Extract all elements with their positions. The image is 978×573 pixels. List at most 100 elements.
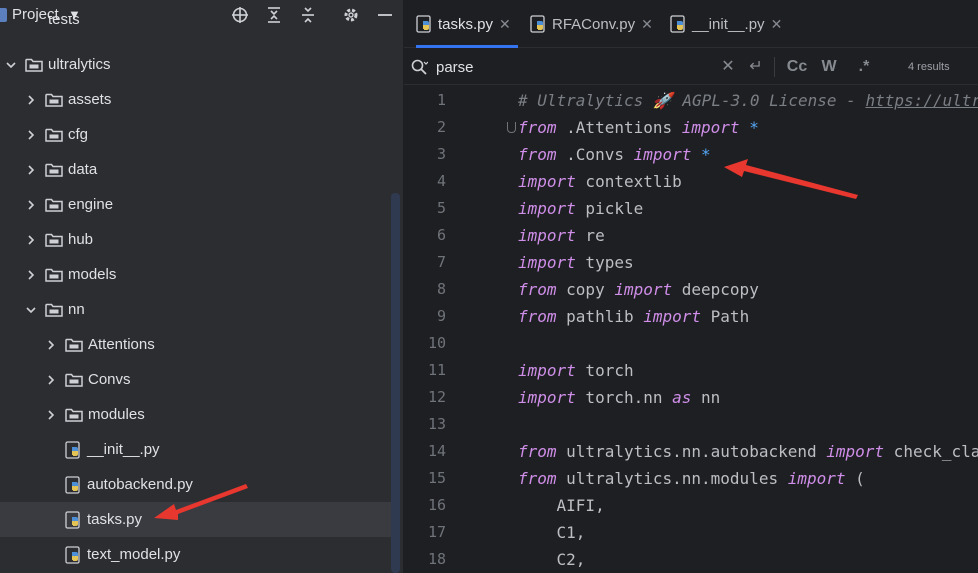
code-line[interactable]: import torch [518,357,634,384]
tree-item-convs[interactable]: Convs [0,362,400,397]
tab-label: RFAConv.py [552,15,636,33]
code-line[interactable]: import types [518,249,634,276]
code-line[interactable]: # Ultralytics 🚀 AGPL-3.0 License - https… [518,87,978,114]
code-line[interactable]: import contextlib [518,168,682,195]
tree-item-clipped[interactable]: tests [48,16,80,30]
code-token: copy [556,280,615,299]
code-line[interactable]: AIFI, [518,492,605,519]
search-input[interactable] [436,56,716,78]
folder-icon [25,58,43,72]
code-line[interactable]: from ultralytics.nn.autobackend import c… [518,438,978,465]
code-line[interactable]: from copy import deepcopy [518,276,759,303]
match-case-button[interactable]: Cc [786,57,808,77]
line-number: 11 [427,361,446,379]
tree-item-models[interactable]: models [0,257,400,292]
tree-item-text-model-py[interactable]: text_model.py [0,537,400,572]
tree-item-modules[interactable]: modules [0,397,400,432]
tree-item-assets[interactable]: assets [0,82,400,117]
tree-item-label: hub [68,231,94,248]
code-token: types [575,253,634,272]
tree-item-data[interactable]: data [0,152,400,187]
code-area[interactable]: # Ultralytics 🚀 AGPL-3.0 License - https… [518,87,978,573]
tree-item-hub[interactable]: hub [0,222,400,257]
tree-item-engine[interactable]: engine [0,187,400,222]
code-line[interactable]: import torch.nn as nn [518,384,720,411]
line-number: 9 [436,307,446,325]
tab-tasks-py[interactable]: tasks.py ✕ [416,0,518,48]
code-line[interactable]: C1, [518,519,586,546]
python-file-icon [65,475,83,494]
operator-token: * [749,118,759,137]
gear-icon[interactable] [340,4,362,26]
keyword-token: import [518,226,576,245]
tree-item-cfg[interactable]: cfg [0,117,400,152]
chevron-right-icon[interactable] [25,163,37,177]
tree-item-ultralytics[interactable]: ultralytics [0,47,400,82]
expand-all-icon[interactable] [263,4,285,26]
tree-item-tasks-py[interactable]: tasks.py [0,502,400,537]
tree-scrollbar[interactable] [391,193,400,573]
python-file-icon [416,15,434,33]
minimize-icon[interactable] [374,4,396,26]
line-number: 17 [427,523,446,541]
line-number: 15 [427,469,446,487]
locate-icon[interactable] [229,4,251,26]
chevron-right-icon[interactable] [25,268,37,282]
close-icon[interactable]: ✕ [499,16,511,33]
clear-icon[interactable]: ✕ [720,57,736,77]
tree-item-label: modules [88,406,145,423]
code-line[interactable]: from .Convs import * [518,141,711,168]
tab-rfaconv-py[interactable]: RFAConv.py ✕ [530,0,653,48]
code-line[interactable]: C2, [518,546,586,573]
line-number-gutter: 1 2 3 4 5 6 7 8 9 10 11 12 13 14 15 16 17 18 [404,87,490,573]
chevron-right-icon[interactable] [45,373,57,387]
code-line[interactable]: import pickle [518,195,643,222]
chevron-right-icon[interactable] [25,233,37,247]
keyword-token: from [518,307,557,326]
code-line[interactable]: from .Attentions import * [518,114,759,141]
tree-item-attentions[interactable]: Attentions [0,327,400,362]
line-number: 3 [436,145,446,163]
line-number: 14 [427,442,446,460]
chevron-right-icon[interactable] [25,198,37,212]
folder-icon [45,163,63,177]
regex-button[interactable]: .* [854,57,874,77]
code-line[interactable]: from ultralytics.nn.modules import ( [518,465,865,492]
tree-item-autobackend-py[interactable]: autobackend.py [0,467,400,502]
tab-label: tasks.py [438,15,494,33]
code-token: ultralytics.nn.modules [556,469,788,488]
whole-words-button[interactable]: W [820,57,838,77]
keyword-token: import [518,253,576,272]
comment-token: https://ultralytics.com/license [865,91,978,110]
find-separator [774,57,775,77]
new-line-icon[interactable]: ↵ [746,57,766,77]
chevron-down-icon[interactable] [5,58,17,72]
chevron-right-icon[interactable] [25,128,37,142]
tree-item-init-py[interactable]: __init__.py [0,432,400,467]
project-icon [0,8,7,22]
collapse-all-icon[interactable] [297,4,319,26]
chevron-right-icon[interactable] [45,408,57,422]
code-line[interactable]: import re [518,222,605,249]
tree-item-label: assets [68,91,112,108]
keyword-token: import [518,361,576,380]
code-token: deepcopy [672,280,759,299]
chevron-down-icon[interactable] [25,303,37,317]
keyword-token: from [518,145,557,164]
tree-item-nn[interactable]: nn [0,292,400,327]
tab-init-py[interactable]: __init__.py ✕ [670,0,782,48]
line-number: 4 [436,172,446,190]
keyword-token: import [643,307,702,326]
close-icon[interactable]: ✕ [641,16,653,33]
code-token: C2, [518,550,586,569]
tree-item-label: Convs [88,371,131,388]
tab-label: __init__.py [692,15,765,33]
chevron-right-icon[interactable] [45,338,57,352]
close-icon[interactable]: ✕ [771,16,783,33]
chevron-right-icon[interactable] [25,93,37,107]
code-line[interactable]: from pathlib import Path [518,303,749,330]
search-results-count: 4 results [908,61,950,73]
search-icon[interactable] [410,58,429,76]
fold-icon[interactable] [507,122,516,133]
